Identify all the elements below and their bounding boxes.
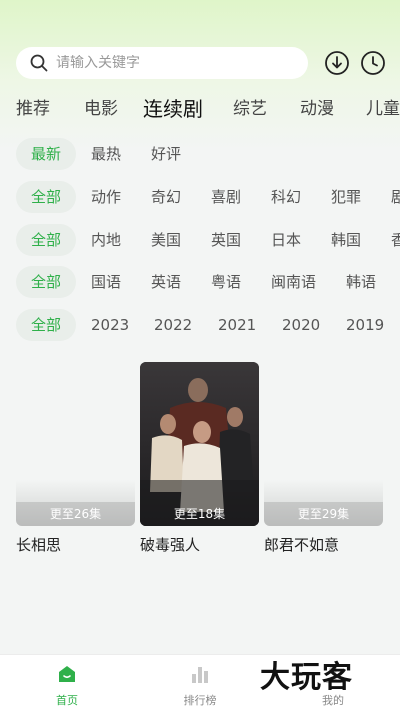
episode-badge: 更至18集 <box>173 507 226 521</box>
filter-region-all[interactable]: 全部 <box>16 224 76 256</box>
tab-variety[interactable]: 综艺 <box>233 92 267 126</box>
search-icon <box>30 54 48 72</box>
search-box[interactable] <box>16 47 308 79</box>
filter-language-item[interactable]: 国语 <box>91 266 121 298</box>
filter-genre-all[interactable]: 全部 <box>16 181 76 213</box>
clock-icon[interactable] <box>360 50 386 76</box>
show-title: 郎君不如意 <box>264 536 340 554</box>
filter-year-item[interactable]: 2020 <box>282 309 320 341</box>
poster-placeholder: 更至26集 <box>16 362 135 526</box>
show-card[interactable]: 更至29集 郎君不如意 <box>264 362 383 555</box>
filter-region-item[interactable]: 香 <box>391 224 400 256</box>
filter-region-item[interactable]: 内地 <box>91 224 121 256</box>
poster-image: 更至18集 <box>140 362 259 526</box>
episode-badge: 更至26集 <box>16 502 135 526</box>
filter-row-region: 全部 内地 美国 英国 日本 韩国 香 <box>0 224 400 256</box>
filter-language-item[interactable]: 韩语 <box>346 266 376 298</box>
tab-series[interactable]: 连续剧 <box>143 92 203 126</box>
bar-chart-icon <box>192 667 208 683</box>
filter-region-item[interactable]: 美国 <box>151 224 181 256</box>
filter-row-sort: 最新 最热 好评 <box>0 138 400 170</box>
filter-sort-rated[interactable]: 好评 <box>151 138 181 170</box>
filter-genre-item[interactable]: 剧 <box>391 181 400 213</box>
filter-region-item[interactable]: 英国 <box>211 224 241 256</box>
poster-placeholder: 更至29集 <box>264 362 383 526</box>
filter-genre-item[interactable]: 犯罪 <box>331 181 361 213</box>
filter-sort-latest[interactable]: 最新 <box>16 138 76 170</box>
tab-anime[interactable]: 动漫 <box>300 92 334 126</box>
filter-year-item[interactable]: 2021 <box>218 309 256 341</box>
filter-language-all[interactable]: 全部 <box>16 266 76 298</box>
bottom-nav-label: 排行榜 <box>183 694 217 707</box>
episode-badge: 更至29集 <box>264 502 383 526</box>
show-title: 长相思 <box>16 536 62 554</box>
tab-recommend[interactable]: 推荐 <box>16 92 50 126</box>
filter-year-item[interactable]: 2019 <box>346 309 384 341</box>
filter-language-item[interactable]: 英语 <box>151 266 181 298</box>
bottom-nav-ranking[interactable]: 排行榜 <box>133 655 267 711</box>
show-card[interactable]: 更至26集 长相思 <box>16 362 135 555</box>
show-title: 破毒强人 <box>140 536 201 554</box>
filter-year-all[interactable]: 全部 <box>16 309 76 341</box>
download-icon[interactable] <box>324 50 350 76</box>
show-card[interactable]: 更至18集 破毒强人 <box>140 362 259 555</box>
search-input[interactable] <box>56 55 276 71</box>
home-icon <box>59 666 75 682</box>
filter-region-item[interactable]: 韩国 <box>331 224 361 256</box>
filter-row-genre: 全部 动作 奇幻 喜剧 科幻 犯罪 剧 <box>0 181 400 213</box>
bottom-nav-label: 首页 <box>56 694 78 707</box>
filter-genre-item[interactable]: 喜剧 <box>211 181 241 213</box>
filter-language-item[interactable]: 粤语 <box>211 266 241 298</box>
filter-region-item[interactable]: 日本 <box>271 224 301 256</box>
category-tabs: 推荐 电影 连续剧 综艺 动漫 儿童 <box>0 92 400 126</box>
watermark-logo: 大玩客 <box>260 660 353 695</box>
filter-sort-hot[interactable]: 最热 <box>91 138 121 170</box>
show-grid: 更至26集 长相思 更至18集 破毒强人 更至29集 郎君不如意 <box>0 362 400 562</box>
search-bar-row <box>16 46 386 80</box>
bottom-nav-home[interactable]: 首页 <box>0 655 134 711</box>
tab-movie[interactable]: 电影 <box>84 92 118 126</box>
filter-genre-item[interactable]: 科幻 <box>271 181 301 213</box>
filter-year-item[interactable]: 2022 <box>154 309 192 341</box>
filter-row-year: 全部 2023 2022 2021 2020 2019 <box>0 309 400 341</box>
filter-year-item[interactable]: 2023 <box>91 309 129 341</box>
filter-genre-item[interactable]: 奇幻 <box>151 181 181 213</box>
tab-kids[interactable]: 儿童 <box>366 92 400 126</box>
filter-row-language: 全部 国语 英语 粤语 闽南语 韩语 <box>0 266 400 298</box>
filter-language-item[interactable]: 闽南语 <box>271 266 316 298</box>
filter-genre-item[interactable]: 动作 <box>91 181 121 213</box>
